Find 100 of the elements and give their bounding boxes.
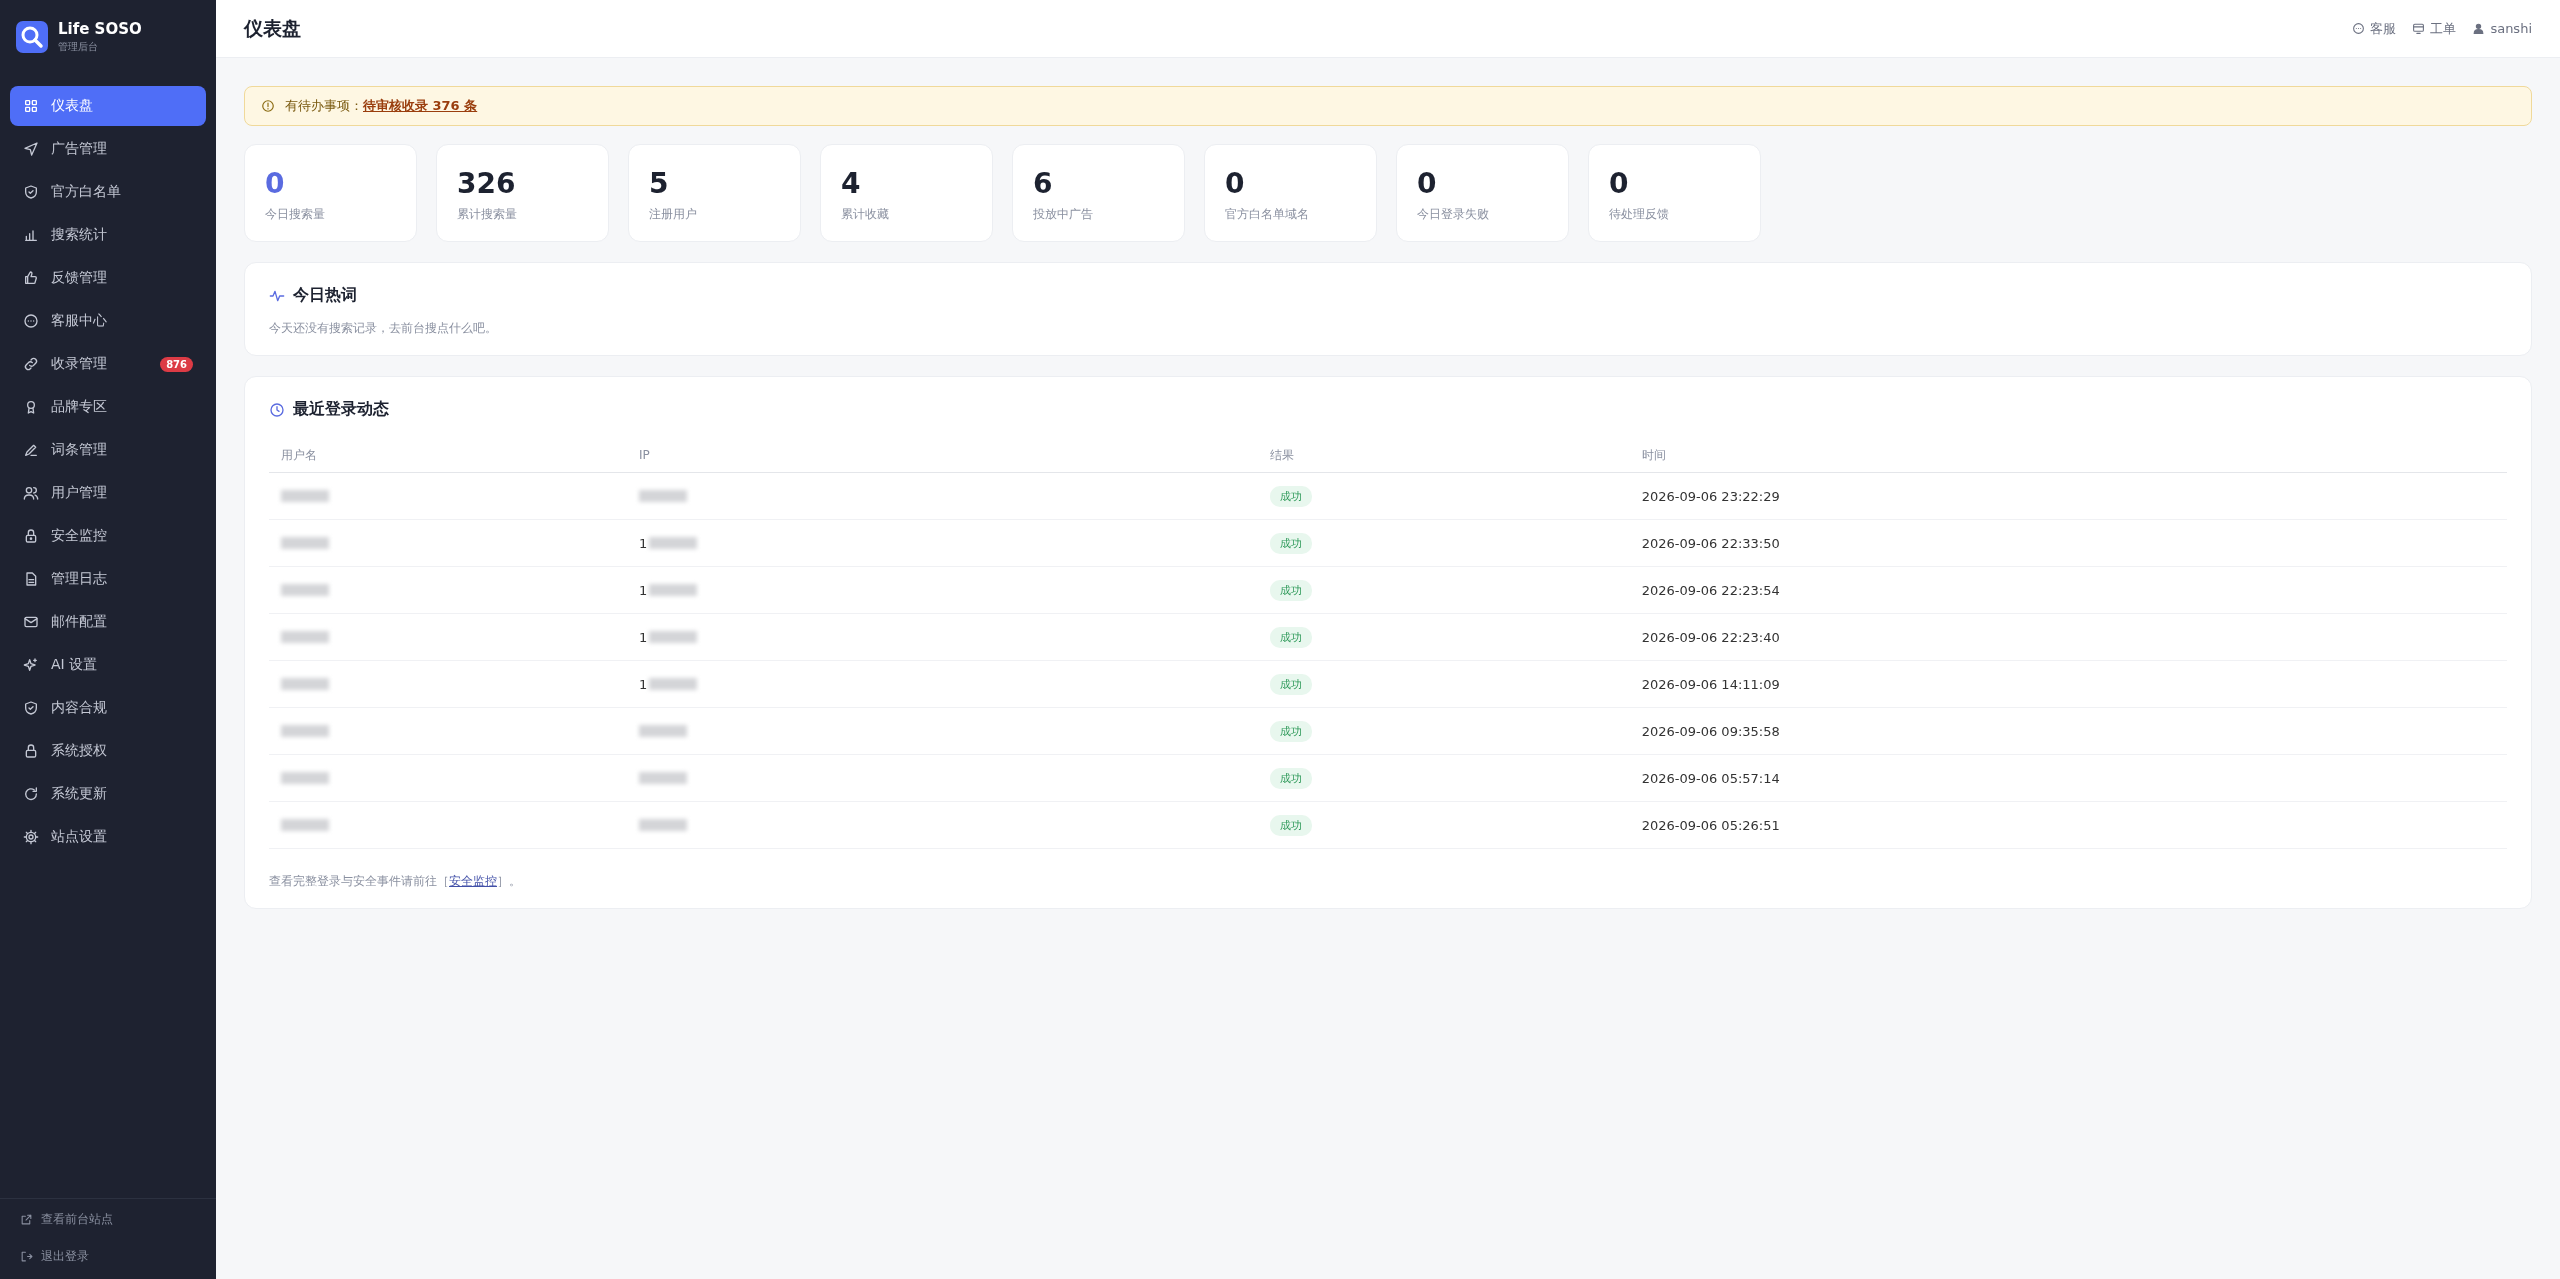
- blurred-text: [649, 678, 698, 690]
- sidebar-item[interactable]: 管理日志: [10, 559, 206, 599]
- mail-icon: [23, 614, 39, 630]
- sidebar-footer-link[interactable]: 退出登录: [20, 1248, 89, 1265]
- stat-value: 5: [649, 169, 670, 200]
- stat-value: 0: [1417, 169, 1438, 200]
- table-cell-text: 2026-09-06 09:35:58: [1640, 723, 1781, 739]
- sidebar-item-label: 管理日志: [51, 570, 108, 588]
- sidebar-item[interactable]: 搜索统计: [10, 215, 206, 255]
- sidebar-item[interactable]: 系统更新: [10, 774, 206, 814]
- monitor-icon: [2412, 22, 2426, 35]
- sidebar-item[interactable]: 邮件配置: [10, 602, 206, 642]
- card-title: 今日热词: [293, 285, 357, 306]
- refresh-icon: [23, 786, 39, 802]
- sidebar-item[interactable]: 仪表盘: [10, 86, 206, 126]
- sidebar-item-label: 反馈管理: [51, 269, 108, 287]
- ip-text: 1: [639, 535, 648, 551]
- column-header: 时间: [1640, 446, 1667, 464]
- sidebar-item[interactable]: 客服中心: [10, 301, 206, 341]
- page-title: 仪表盘: [244, 15, 301, 41]
- thumbs-up-icon: [23, 270, 39, 286]
- count-badge: 876: [160, 356, 193, 372]
- logout-icon: [20, 1250, 33, 1263]
- sidebar-item[interactable]: 词条管理: [10, 430, 206, 470]
- blurred-text: [281, 490, 329, 502]
- stat-label: 官方白名单域名: [1225, 205, 1310, 223]
- blurred-text: [649, 537, 698, 549]
- blurred-text: [639, 772, 688, 784]
- sidebar-item-label: 用户管理: [51, 484, 108, 502]
- status-tag: 成功: [1270, 579, 1313, 601]
- blurred-text: [281, 772, 329, 784]
- stat-label: 累计搜索量: [457, 205, 518, 223]
- stat-value: 4: [841, 169, 862, 200]
- card-title: 最近登录动态: [293, 399, 389, 420]
- stat-value: 326: [457, 169, 517, 200]
- sidebar-item-label: 邮件配置: [51, 613, 108, 631]
- sidebar-item[interactable]: 安全监控: [10, 516, 206, 556]
- sidebar-footer-link[interactable]: 查看前台站点: [20, 1211, 113, 1228]
- header-link[interactable]: 工单: [2412, 19, 2457, 38]
- sidebar-item[interactable]: 品牌专区: [10, 387, 206, 427]
- sidebar-item[interactable]: 用户管理: [10, 473, 206, 513]
- table-cell-text: 2026-09-06 23:22:29: [1640, 488, 1781, 504]
- shield-check-icon: [23, 700, 39, 716]
- footnote: 查看完整登录与安全事件请前往［安全监控］。: [269, 873, 522, 890]
- sidebar-item-label: 系统授权: [51, 742, 108, 760]
- paper-plane-icon: [23, 141, 39, 157]
- table-cell-text: 2026-09-06 14:11:09: [1640, 676, 1781, 692]
- status-tag: 成功: [1270, 720, 1313, 742]
- user-icon: [2472, 22, 2486, 35]
- blurred-text: [281, 631, 329, 643]
- sidebar-item[interactable]: 反馈管理: [10, 258, 206, 298]
- header-link[interactable]: sanshi: [2472, 19, 2532, 38]
- chat-bubble-icon: [23, 313, 39, 329]
- blurred-text: [281, 678, 329, 690]
- brand-subtitle: 管理后台: [58, 40, 99, 54]
- sidebar-item-label: 收录管理: [51, 355, 108, 373]
- lock-icon: [23, 743, 39, 759]
- clock-icon: [269, 401, 285, 418]
- sidebar-item-label: 词条管理: [51, 441, 108, 459]
- sidebar-item[interactable]: 官方白名单: [10, 172, 206, 212]
- header-link[interactable]: 客服: [2352, 19, 2397, 38]
- sidebar-item[interactable]: 广告管理: [10, 129, 206, 169]
- blurred-text: [281, 537, 329, 549]
- link-icon: [23, 356, 39, 372]
- sidebar-item[interactable]: 收录管理 876: [10, 344, 206, 384]
- blurred-text: [281, 725, 329, 737]
- security-link[interactable]: 安全监控: [449, 874, 497, 888]
- table-cell-text: 2026-09-06 22:23:40: [1640, 629, 1781, 645]
- sidebar-item[interactable]: 站点设置: [10, 817, 206, 857]
- sidebar-item[interactable]: 内容合规: [10, 688, 206, 728]
- table-cell-text: 2026-09-06 22:33:50: [1640, 535, 1781, 551]
- sidebar-item-label: 广告管理: [51, 140, 108, 158]
- chat-bubble-icon: [2352, 22, 2366, 35]
- sidebar-item-label: 内容合规: [51, 699, 108, 717]
- pending-link[interactable]: 待审核收录 376 条: [363, 97, 478, 115]
- warning-icon: [261, 99, 275, 113]
- column-header: 用户名: [280, 446, 318, 464]
- shield-check-icon: [23, 184, 39, 200]
- ip-text: 1: [639, 676, 648, 692]
- table-cell-text: 2026-09-06 05:26:51: [1640, 817, 1781, 833]
- column-header: 结果: [1269, 446, 1296, 464]
- stat-label: 待处理反馈: [1609, 205, 1670, 223]
- search-logo-icon: [16, 21, 48, 53]
- sidebar-item[interactable]: AI 设置: [10, 645, 206, 685]
- table-cell-text: 2026-09-06 22:23:54: [1640, 582, 1781, 598]
- grid-icon: [23, 98, 39, 114]
- status-tag: 成功: [1270, 626, 1313, 648]
- ip-text: 1: [639, 629, 648, 645]
- brand-name: Life SOSO: [58, 20, 142, 38]
- sidebar-item[interactable]: 系统授权: [10, 731, 206, 771]
- stat-label: 注册用户: [649, 205, 698, 223]
- sidebar-item-label: 站点设置: [51, 828, 108, 846]
- status-tag: 成功: [1270, 485, 1313, 507]
- settings-icon: [23, 829, 39, 845]
- blurred-text: [639, 725, 688, 737]
- bar-chart-icon: [23, 227, 39, 243]
- stat-value: 0: [1225, 169, 1246, 200]
- status-tag: 成功: [1270, 814, 1313, 836]
- external-link-icon: [20, 1213, 33, 1226]
- status-tag: 成功: [1270, 767, 1313, 789]
